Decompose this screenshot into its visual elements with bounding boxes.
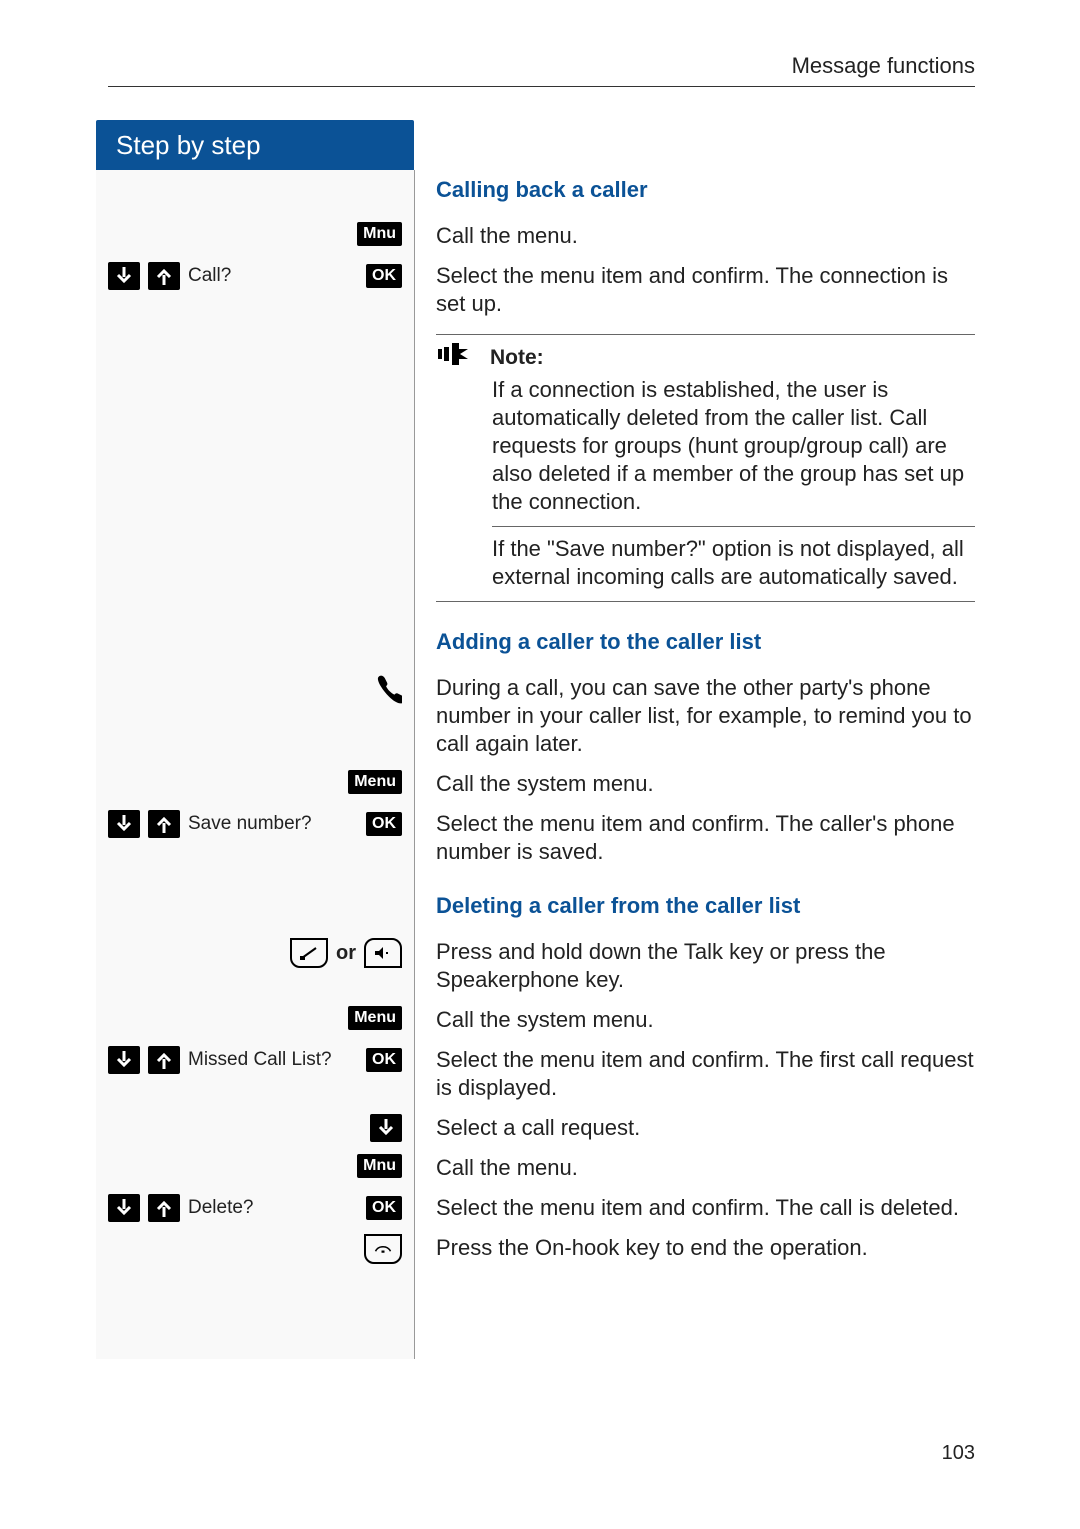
content-rows: Calling back a caller Mnu Call the menu.… bbox=[0, 170, 975, 1264]
text-call-menu-2: Call the menu. bbox=[414, 1142, 975, 1182]
text-select-callreq: Select a call request. bbox=[414, 1102, 975, 1142]
ok-key: OK bbox=[366, 264, 402, 288]
note-box: Note: If a connection is established, th… bbox=[436, 334, 975, 602]
menu-item-save-number: Save number? bbox=[188, 810, 358, 838]
onhook-key-icon bbox=[364, 1234, 402, 1264]
ok-key: OK bbox=[366, 1048, 402, 1072]
arrow-down-icon bbox=[108, 1194, 140, 1222]
menu-item-missed-call-list: Missed Call List? bbox=[188, 1046, 358, 1074]
text-select-confirm: Select the menu item and confirm. The co… bbox=[414, 250, 975, 318]
text-select-first: Select the menu item and confirm. The fi… bbox=[414, 1034, 975, 1102]
menu-key: Menu bbox=[348, 1006, 402, 1030]
arrow-up-icon bbox=[148, 1194, 180, 1222]
text-press-onhook: Press the On-hook key to end the operati… bbox=[414, 1222, 975, 1262]
text-call-sysmenu-1: Call the system menu. bbox=[414, 758, 975, 798]
arrow-up-icon bbox=[148, 810, 180, 838]
header-rule bbox=[108, 86, 975, 87]
page-number: 103 bbox=[942, 1439, 975, 1467]
mnu-key: Mnu bbox=[357, 222, 402, 246]
heading-calling-back: Calling back a caller bbox=[414, 170, 975, 204]
menu-key: Menu bbox=[348, 770, 402, 794]
note-body-1: If a connection is established, the user… bbox=[436, 376, 975, 526]
heading-deleting-caller: Deleting a caller from the caller list bbox=[414, 866, 975, 920]
arrow-down-icon bbox=[108, 810, 140, 838]
arrow-up-icon bbox=[148, 1046, 180, 1074]
step-by-step-tab: Step by step bbox=[96, 120, 414, 170]
text-press-talk: Press and hold down the Talk key or pres… bbox=[414, 920, 975, 994]
arrow-up-icon bbox=[148, 262, 180, 290]
text-select-save: Select the menu item and confirm. The ca… bbox=[414, 798, 975, 866]
menu-item-call: Call? bbox=[188, 262, 358, 290]
note-body-2: If the "Save number?" option is not disp… bbox=[436, 535, 975, 601]
ok-key: OK bbox=[366, 812, 402, 836]
text-during-call: During a call, you can save the other pa… bbox=[414, 656, 975, 758]
heading-adding-caller: Adding a caller to the caller list bbox=[414, 602, 975, 656]
text-call-sysmenu-2: Call the system menu. bbox=[414, 994, 975, 1034]
text-call-menu: Call the menu. bbox=[414, 204, 975, 250]
or-label: or bbox=[336, 939, 356, 967]
note-arrow-icon bbox=[438, 343, 472, 372]
talk-key-icon bbox=[290, 938, 328, 968]
running-header: Message functions bbox=[792, 52, 975, 80]
menu-item-delete: Delete? bbox=[188, 1194, 358, 1222]
arrow-down-icon bbox=[108, 262, 140, 290]
mnu-key: Mnu bbox=[357, 1154, 402, 1178]
speaker-key-icon bbox=[364, 938, 402, 968]
note-title: Note: bbox=[490, 344, 544, 372]
arrow-down-icon bbox=[370, 1114, 402, 1142]
text-select-delete: Select the menu item and confirm. The ca… bbox=[414, 1182, 975, 1222]
handset-icon bbox=[372, 674, 402, 712]
arrow-down-icon bbox=[108, 1046, 140, 1074]
ok-key: OK bbox=[366, 1196, 402, 1220]
